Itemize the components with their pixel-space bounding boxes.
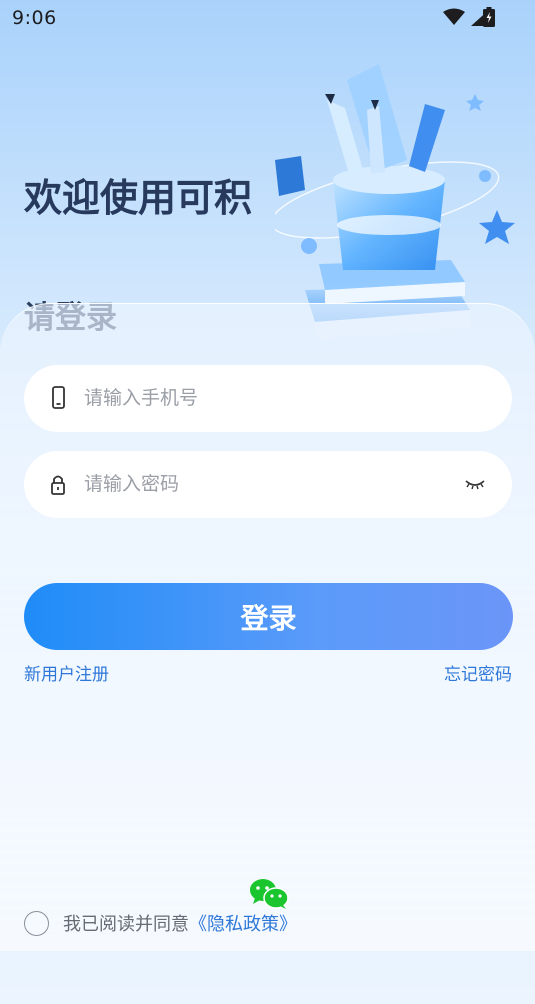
forgot-password-link[interactable]: 忘记密码 [444, 660, 512, 685]
agreement-row: 我已阅读并同意 《隐私政策》 [24, 910, 297, 936]
battery-icon [483, 7, 495, 27]
password-input[interactable]: 请输入密码 [24, 451, 512, 518]
lock-icon [51, 475, 65, 495]
wifi-icon [443, 8, 465, 25]
phone-placeholder: 请输入手机号 [84, 387, 199, 409]
login-button[interactable]: 登录 [24, 583, 513, 650]
status-time: 9:06 [12, 7, 57, 29]
phone-input[interactable]: 请输入手机号 [24, 365, 512, 432]
eye-closed-icon[interactable] [464, 477, 486, 491]
privacy-policy-link[interactable]: 《隐私政策》 [189, 910, 297, 936]
welcome-title: 欢迎使用可积 [24, 176, 253, 220]
agreement-text: 我已阅读并同意 [63, 914, 189, 935]
register-link[interactable]: 新用户注册 [24, 660, 109, 685]
phone-icon [52, 386, 65, 409]
status-bar: 9:06 [0, 0, 535, 36]
agreement-checkbox[interactable] [24, 910, 49, 936]
password-placeholder: 请输入密码 [84, 473, 180, 495]
wechat-login-icon[interactable] [249, 878, 289, 910]
